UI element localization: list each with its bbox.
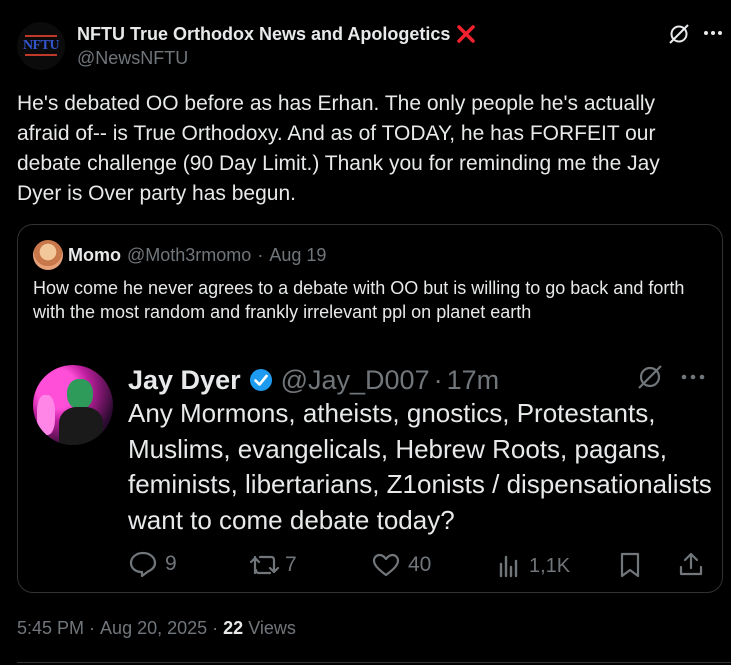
screenshot-more-icon	[681, 374, 705, 380]
views-bar-icon	[497, 554, 521, 578]
screenshot-author-row: Jay Dyer @Jay_D007 · 17m	[128, 364, 499, 396]
avatar-logo-text: NFTU	[22, 38, 60, 53]
screenshot-author-name: Jay Dyer	[128, 364, 241, 395]
more-icon[interactable]	[703, 30, 723, 36]
post-body: He's debated OO before as has Erhan. The…	[17, 92, 660, 205]
bookmark-icon	[619, 552, 641, 578]
views-count-value[interactable]: 22	[223, 618, 243, 639]
post-date[interactable]: Aug 20, 2025	[100, 618, 207, 639]
author-handle[interactable]: @NewsNFTU	[77, 48, 188, 69]
screenshot-time: 17m	[446, 364, 500, 395]
repost-count: 7	[285, 553, 297, 576]
meta-separator: ·	[89, 617, 96, 638]
reply-icon	[129, 551, 157, 577]
meta-separator: ·	[212, 617, 219, 638]
screenshot-author-handle: @Jay_D007	[280, 364, 430, 395]
divider	[17, 662, 731, 663]
grok-icon[interactable]	[668, 23, 690, 45]
quote-author-name[interactable]: Momo	[68, 245, 121, 266]
author-name[interactable]: NFTU True Orthodox News and Apologetics	[77, 24, 450, 45]
reply-action: 9	[129, 551, 177, 577]
screenshot-separator: ·	[433, 364, 443, 395]
views-count: 1,1K	[529, 554, 571, 577]
quote-author-handle[interactable]: @Moth3rmomo	[127, 245, 251, 266]
quote-separator: ·	[257, 244, 264, 265]
post-time[interactable]: 5:45 PM	[17, 618, 84, 639]
embedded-screenshot-image[interactable]: Jay Dyer @Jay_D007 · 17m Any Mormons, at…	[19, 346, 721, 591]
jay-dyer-avatar	[33, 365, 113, 445]
like-action: 40	[372, 553, 431, 577]
red-x-icon	[456, 24, 476, 44]
quote-author-row: Momo @Moth3rmomo · Aug 19	[68, 243, 326, 267]
heart-icon	[372, 553, 400, 577]
author-avatar[interactable]: NFTU	[17, 22, 65, 70]
screenshot-grok-icon	[637, 364, 663, 390]
quote-avatar[interactable]	[33, 240, 63, 270]
repost-icon	[249, 553, 281, 577]
author-name-row: NFTU True Orthodox News and Apologetics	[77, 23, 476, 45]
quote-date[interactable]: Aug 19	[269, 245, 326, 266]
verified-badge-icon	[249, 368, 273, 392]
like-count: 40	[408, 553, 432, 576]
reply-count: 9	[165, 552, 177, 575]
repost-action: 7	[249, 553, 297, 577]
quote-body: How come he never agrees to a debate wit…	[33, 278, 685, 322]
views-action: 1,1K	[497, 554, 570, 578]
screenshot-body: Any Mormons, atheists, gnostics, Protest…	[128, 398, 712, 535]
views-label: Views	[248, 617, 296, 638]
share-icon	[678, 551, 704, 577]
post-meta: 5:45 PM · Aug 20, 2025 · 22 Views	[17, 616, 296, 640]
